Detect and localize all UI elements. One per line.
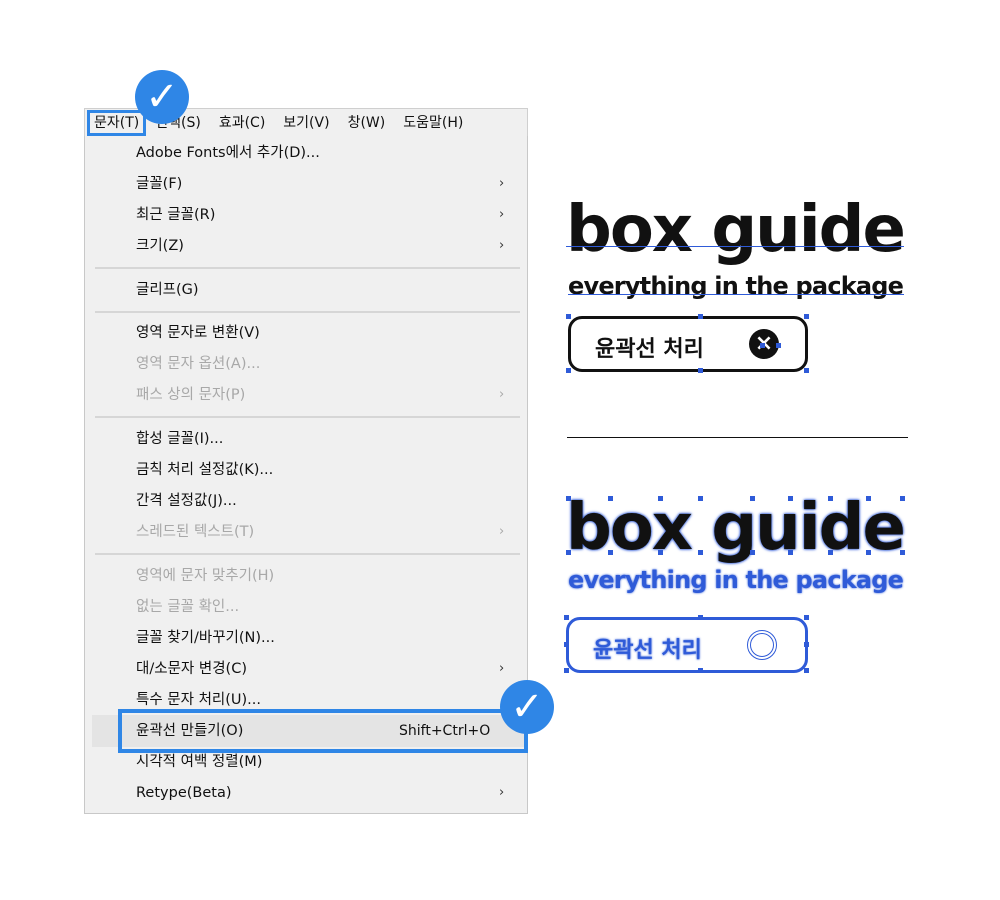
menu-item-threaded-text: 스레드된 텍스트(T) ›	[85, 517, 527, 547]
menu-item-convert-area-type[interactable]: 영역 문자로 변환(V)	[85, 318, 527, 348]
menu-item-type-on-path: 패스 상의 문자(P) ›	[85, 380, 527, 410]
anchor-point	[828, 496, 833, 501]
menu-item-font[interactable]: 글꼴(F) ›	[85, 169, 527, 199]
anchor-point	[698, 550, 703, 555]
anchor-point	[698, 668, 703, 673]
chevron-right-icon: ›	[499, 176, 505, 191]
menu-item-size[interactable]: 크기(Z) ›	[85, 231, 527, 261]
menu-effect[interactable]: 효과(C)	[210, 110, 274, 136]
anchor-point	[698, 615, 703, 620]
menu-item-create-outlines[interactable]: 윤곽선 만들기(O) Shift+Ctrl+O	[85, 716, 527, 746]
type-dropdown-menu: Adobe Fonts에서 추가(D)... 글꼴(F) › 최근 글꼴(R) › …	[84, 136, 528, 814]
menu-item-kinsoku[interactable]: 금칙 처리 설정값(K)...	[85, 455, 527, 485]
anchor-point	[608, 496, 613, 501]
pill-text: 윤곽선 처리	[595, 337, 704, 362]
anchor-point	[750, 550, 755, 555]
menu-item-smart-punctuation[interactable]: 특수 문자 처리(U)...	[85, 685, 527, 715]
anchor-point	[804, 368, 809, 373]
anchor-point	[658, 550, 663, 555]
menu-type[interactable]: 문자(T)	[87, 109, 147, 136]
artwork-pill: 윤곽선 처리 ×	[568, 316, 808, 372]
anchor-point	[804, 615, 809, 620]
anchor-point	[698, 314, 703, 319]
anchor-point	[566, 368, 571, 373]
menu-window[interactable]: 창(W)	[339, 110, 395, 136]
checkmark-icon: ✓	[135, 70, 189, 124]
chevron-right-icon: ›	[499, 387, 505, 402]
anchor-point	[698, 496, 703, 501]
checkmark-icon: ✓	[500, 680, 554, 734]
menu-separator	[95, 416, 520, 418]
text-baseline	[566, 246, 904, 247]
menu-item-area-type-options: 영역 문자 옵션(A)...	[136, 356, 261, 372]
anchor-point	[866, 550, 871, 555]
menu-separator	[95, 311, 520, 313]
anchor-point	[760, 343, 765, 348]
anchor-point	[564, 615, 569, 620]
menu-item-composite-fonts[interactable]: 합성 글꼴(I)...	[85, 424, 527, 454]
anchor-point	[866, 496, 871, 501]
anchor-point	[804, 642, 809, 647]
anchor-point	[698, 368, 703, 373]
anchor-point	[900, 496, 905, 501]
menu-help[interactable]: 도움말(H)	[394, 110, 472, 136]
outlined-subtitle: everything in the package	[568, 566, 904, 594]
anchor-point	[608, 550, 613, 555]
chevron-right-icon: ›	[499, 524, 505, 539]
chevron-right-icon: ›	[499, 238, 505, 253]
text-baseline	[568, 294, 904, 295]
menu-item-adobe-fonts[interactable]: Adobe Fonts에서 추가(D)...	[85, 138, 527, 168]
anchor-point	[566, 314, 571, 319]
menu-item-glyphs[interactable]: 글리프(G)	[85, 275, 527, 305]
anchor-point	[564, 668, 569, 673]
anchor-point	[804, 668, 809, 673]
anchor-point	[900, 550, 905, 555]
menu-separator	[95, 267, 520, 269]
outlined-pill: 윤곽선 처리	[566, 617, 808, 673]
anchor-point	[566, 550, 571, 555]
shortcut-label: Shift+Ctrl+O	[399, 723, 491, 739]
anchor-point	[776, 343, 781, 348]
menu-item-mojikumi[interactable]: 간격 설정값(J)...	[85, 486, 527, 516]
menu-item-resolve-missing-fonts: 없는 글꼴 확인...	[136, 599, 240, 615]
outlined-title: box guide	[566, 491, 906, 565]
menu-item-find-replace-font[interactable]: 글꼴 찾기/바꾸기(N)...	[85, 623, 527, 653]
menu-view[interactable]: 보기(V)	[274, 110, 338, 136]
anchor-point	[566, 496, 571, 501]
anchor-point	[750, 496, 755, 501]
anchor-point	[788, 550, 793, 555]
menu-item-optical-margin[interactable]: 시각적 여백 정렬(M)	[85, 747, 527, 777]
chevron-right-icon: ›	[499, 785, 505, 800]
menu-item-recent-fonts[interactable]: 최근 글꼴(R) ›	[85, 200, 527, 230]
menu-item-change-case[interactable]: 대/소문자 변경(C) ›	[85, 654, 527, 684]
menu-separator	[95, 553, 520, 555]
outlined-pill-text: 윤곽선 처리	[593, 638, 702, 663]
anchor-point	[564, 642, 569, 647]
chevron-right-icon: ›	[499, 661, 505, 676]
menu-item-retype[interactable]: Retype(Beta) ›	[85, 778, 527, 808]
chevron-right-icon: ›	[499, 207, 505, 222]
anchor-point	[788, 496, 793, 501]
anchor-point	[658, 496, 663, 501]
anchor-point	[804, 314, 809, 319]
outlined-circle-icon	[747, 630, 777, 660]
menu-item-fit-area-type: 영역에 문자 맞추기(H)	[136, 568, 275, 584]
anchor-point	[828, 550, 833, 555]
divider	[567, 437, 908, 438]
artwork-title: box guide	[566, 193, 906, 267]
